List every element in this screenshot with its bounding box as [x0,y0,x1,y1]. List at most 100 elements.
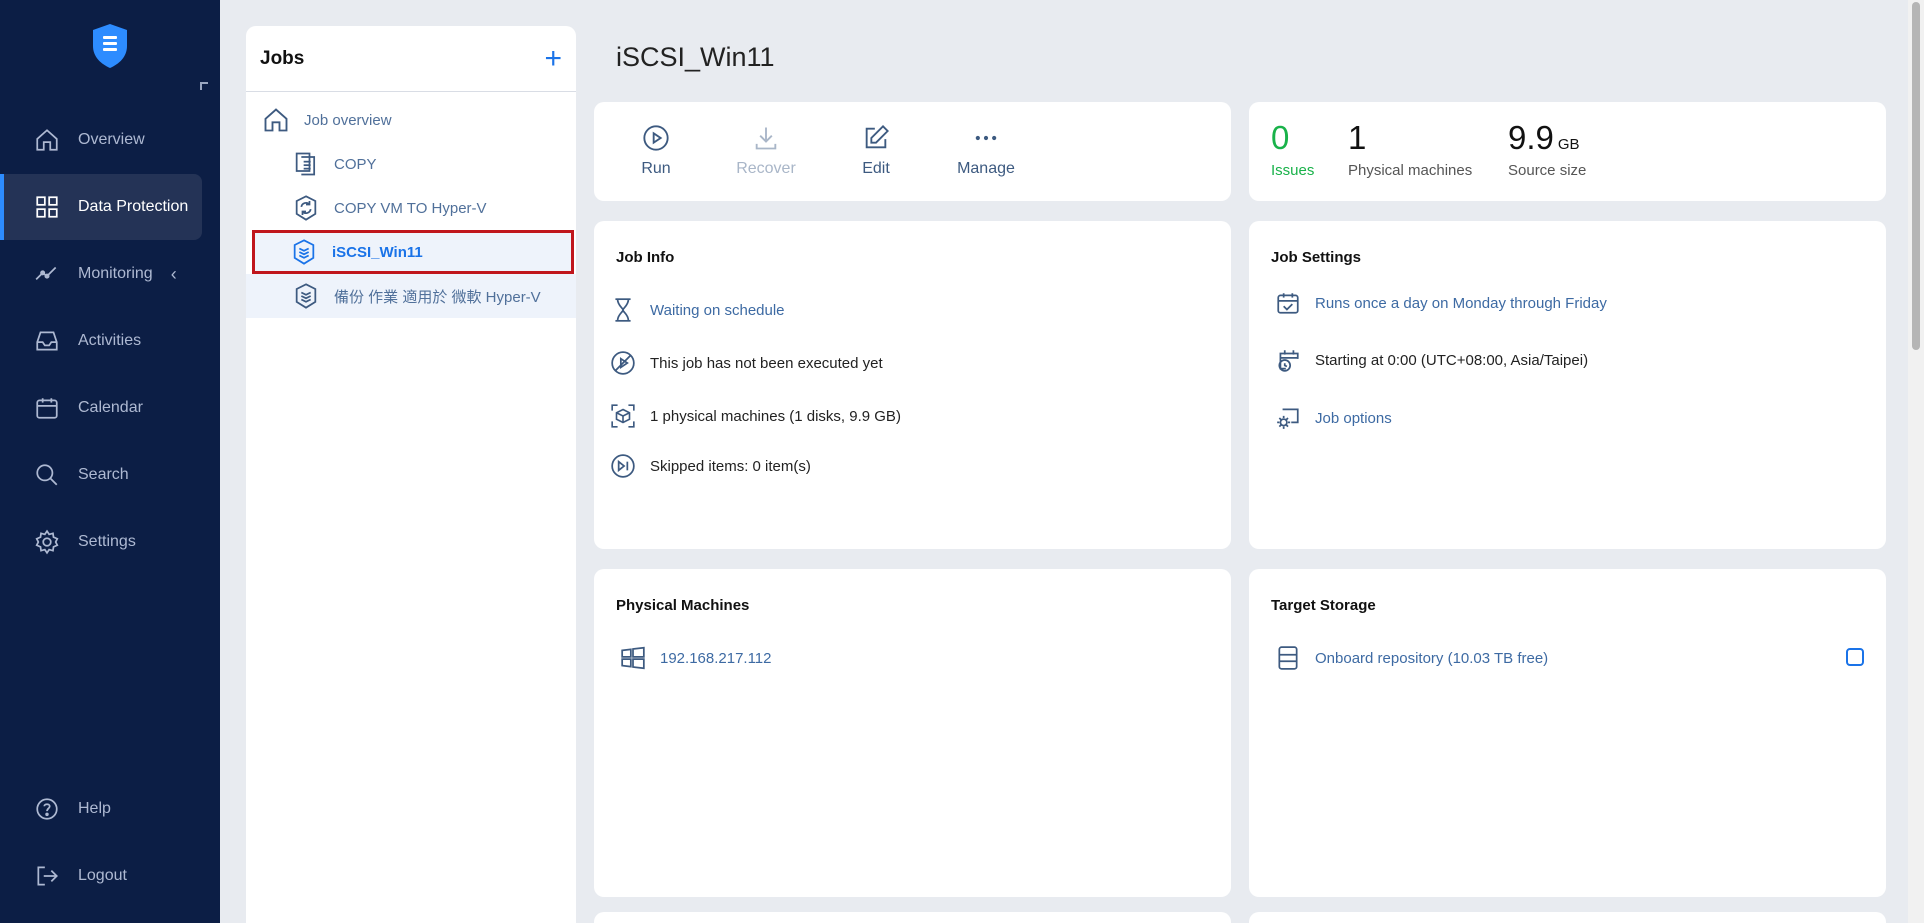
chevron-left-icon: ‹ [170,263,177,284]
search-icon [36,464,58,486]
job-item[interactable]: COPY [246,142,576,186]
skipped-items-row: Skipped items: 0 item(s) [610,453,811,479]
schedule-row[interactable]: Runs once a day on Monday through Friday [1275,290,1607,316]
repository-item[interactable]: Onboard repository (10.03 TB free) [1275,645,1548,671]
sidebar-item-label: Logout [78,867,127,884]
last-run-text: This job has not been executed yet [650,354,883,372]
add-job-button[interactable]: + [544,43,562,74]
job-status-text: Waiting on schedule [650,301,785,319]
job-info-title: Job Info [616,249,675,266]
job-item-label: COPY [334,155,377,173]
last-run-row: This job has not been executed yet [610,350,883,376]
copy-job-icon [295,152,316,176]
skipped-items-text: Skipped items: 0 item(s) [650,457,811,475]
edit-icon [865,125,889,149]
job-info-card: Job Info Waiting on schedule This job ha… [594,221,1231,549]
stats-card: 0 Issues 1 Physical machines 9.9 GB Sourc… [1249,102,1886,201]
manage-label: Manage [957,160,1015,177]
source-size-label: Source size [1508,162,1587,180]
sidebar-item-search[interactable]: Search [0,442,202,508]
logout-icon [37,866,58,886]
page-scrollbar[interactable] [1908,0,1924,923]
home-icon [264,108,288,132]
actions-card: Run Recover Edit Manage [594,102,1231,201]
next-card-right [1249,912,1886,923]
physical-machines-title: Physical Machines [616,597,750,614]
replication-job-icon [295,195,317,221]
edit-label: Edit [862,160,890,177]
sidebar-item-monitoring[interactable]: Monitoring ‹ [0,241,202,307]
gear-icon [35,529,59,555]
sidebar-item-label: Overview [78,131,145,148]
job-item[interactable]: 備份 作業 適用於 微軟 Hyper-V [246,274,576,318]
calendar-check-icon [1277,293,1299,314]
sidebar-collapse-icon[interactable] [200,82,208,90]
home-icon [36,129,58,151]
run-button[interactable]: Run [611,124,701,178]
start-time-row: Starting at 0:00 (UTC+08:00, Asia/Taipei… [1275,347,1588,373]
sidebar-item-label: Search [78,466,129,483]
app-logo-icon [93,24,127,68]
skip-icon [611,454,635,478]
more-icon [975,135,997,141]
job-item-label: iSCSI_Win11 [332,243,423,261]
page-title: iSCSI_Win11 [616,42,775,72]
hourglass-icon [615,298,631,322]
jobs-panel: Jobs + Job overview COPY COPY VM TO Hype… [246,26,576,923]
options-gear-icon [1277,408,1299,429]
job-item-label: COPY VM TO Hyper-V [334,199,487,217]
download-icon [755,127,777,150]
job-options-row[interactable]: Job options [1275,405,1392,431]
issues-value: 0 [1271,119,1290,156]
chart-line-icon [35,266,57,281]
sidebar-item-overview[interactable]: Overview [0,107,202,173]
sidebar-item-label: Activities [78,332,142,349]
job-item-selected[interactable]: iSCSI_Win11 [252,230,574,274]
schedule-text: Runs once a day on Monday through Friday [1315,294,1607,312]
sidebar: Overview Data Protection Monitoring ‹ Ac… [0,0,220,923]
edit-button[interactable]: Edit [831,124,921,178]
target-storage-title: Target Storage [1271,597,1376,614]
job-settings-card: Job Settings Runs once a day on Monday t… [1249,221,1886,549]
machine-item[interactable]: 192.168.217.112 [620,645,772,671]
sidebar-item-label: Data Protection [78,198,189,215]
job-item[interactable]: COPY VM TO Hyper-V [246,186,576,230]
job-item-label: 備份 作業 適用於 微軟 Hyper-V [334,288,541,306]
run-label: Run [641,160,671,177]
calendar-clock-icon [1278,350,1299,372]
sidebar-item-data-protection[interactable]: Data Protection [0,174,202,240]
target-storage-card: Target Storage Onboard repository (10.03… [1249,569,1886,897]
sidebar-item-label: Monitoring [78,265,153,282]
job-status-row[interactable]: Waiting on schedule [610,297,785,323]
windows-icon [621,646,645,670]
issues-label: Issues [1271,162,1315,180]
sidebar-item-logout[interactable]: Logout [0,843,202,909]
scrollbar-thumb[interactable] [1912,2,1920,350]
sidebar-item-activities[interactable]: Activities [0,308,202,374]
job-overview-item[interactable]: Job overview [246,98,576,142]
physical-machines-value: 1 [1348,119,1367,156]
calendar-icon [36,398,58,419]
repository-text: Onboard repository (10.03 TB free) [1315,649,1549,667]
storage-icon [1278,646,1298,670]
job-options-text: Job options [1315,409,1392,427]
play-circle-icon [643,125,669,151]
sidebar-item-settings[interactable]: Settings [0,509,202,575]
source-size-unit: GB [1557,136,1580,153]
issues-stat[interactable]: 0 Issues [1271,119,1315,180]
job-settings-title: Job Settings [1271,249,1362,266]
recover-button[interactable]: Recover [721,124,811,178]
grid-icon [36,196,58,218]
no-run-icon [611,351,635,375]
sidebar-item-calendar[interactable]: Calendar [0,375,202,441]
physical-machines-label: Physical machines [1348,162,1473,180]
help-icon [36,798,58,820]
sidebar-item-label: Settings [78,533,136,550]
sidebar-item-label: Help [78,800,111,817]
machine-ip: 192.168.217.112 [660,649,772,667]
sidebar-item-help[interactable]: Help [0,776,202,842]
physical-machines-card: Physical Machines 192.168.217.112 [594,569,1231,897]
repository-checkbox[interactable] [1846,648,1864,666]
backup-job-icon [295,283,317,309]
manage-button[interactable]: Manage [941,124,1031,178]
